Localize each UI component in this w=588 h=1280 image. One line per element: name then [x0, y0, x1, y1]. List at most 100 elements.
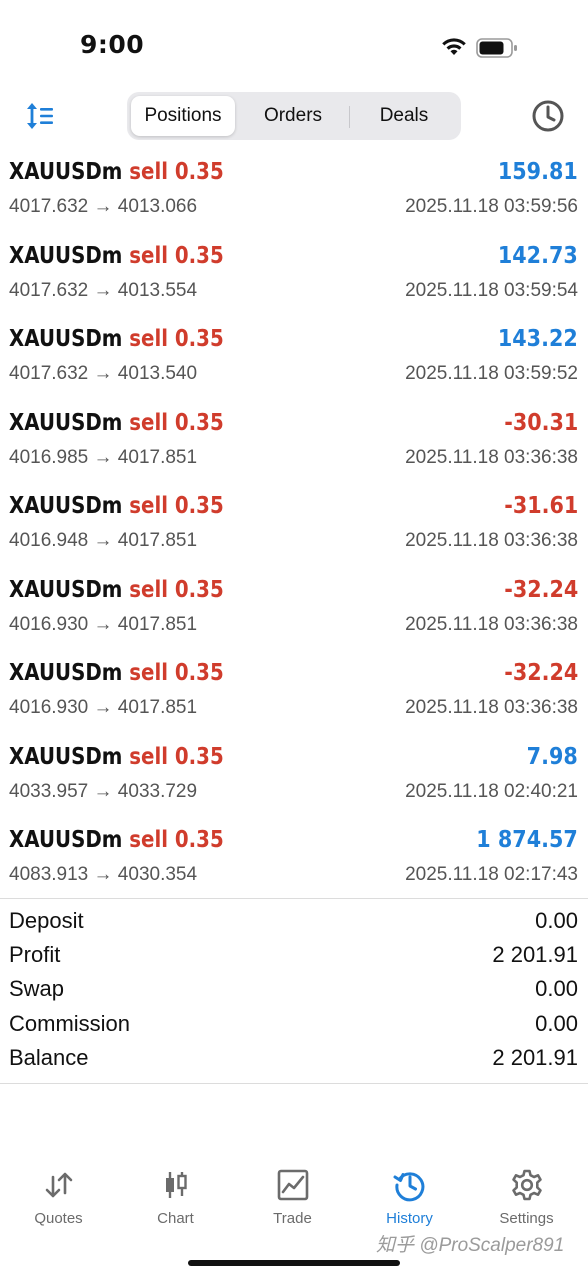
summary-row: Profit 2 201.91 [0, 940, 588, 974]
deal-row[interactable]: XAUUSDm sell 0.35 142.73 4017.632 → 4013.5… [0, 234, 588, 318]
status-bar: 9:00 [0, 0, 588, 90]
deal-side: sell [129, 409, 169, 436]
tab-trade-label: Trade [273, 1210, 312, 1227]
deal-volume: 0.35 [174, 743, 224, 770]
summary-row: Commission 0.00 [0, 1009, 588, 1043]
summary-label: Profit [9, 942, 61, 968]
deal-symbol: XAUUSDm [9, 743, 123, 770]
deal-prices: 4017.632 → 4013.066 [9, 196, 198, 217]
summary-label: Swap [9, 976, 65, 1002]
summary: Deposit 0.00 Profit 2 201.91 Swap 0.00 Commiss… [0, 906, 588, 1077]
deal-symbol: XAUUSDm [9, 326, 123, 352]
tab-chart-label: Chart [157, 1210, 194, 1227]
deal-profit: 142.73 [498, 242, 578, 269]
deal-side: sell [129, 326, 169, 352]
gear-icon [512, 1169, 542, 1201]
deal-row[interactable]: XAUUSDm sell 0.35 -30.31 4016.985 → 4017.8… [0, 401, 588, 485]
deal-profit: 7.98 [526, 743, 578, 770]
bottom-tab-bar: Quotes Chart Trade History Settings [0, 1160, 588, 1240]
summary-value: 2 201.91 [492, 942, 578, 968]
deal-title: XAUUSDm sell 0.35 [9, 577, 224, 603]
deal-volume: 0.35 [174, 326, 224, 352]
deal-prices: 4017.632 → 4013.554 [9, 279, 198, 301]
deal-symbol: XAUUSDm [9, 827, 123, 853]
deal-row[interactable]: XAUUSDm sell 0.35 1 874.57 4083.913 → 4030… [0, 818, 588, 902]
deal-side: sell [129, 159, 169, 185]
history-clock-icon [393, 1172, 425, 1202]
tab-history-label: History [386, 1210, 433, 1227]
sort-icon[interactable] [22, 98, 58, 134]
deal-row[interactable]: XAUUSDm sell 0.35 143.22 4017.632 → 4013.5… [0, 317, 588, 401]
watermark-text: 知乎 @ProScalper891 [376, 1235, 565, 1256]
deal-volume: 0.35 [174, 242, 224, 269]
tab-chart[interactable]: Chart [117, 1160, 234, 1240]
deal-volume: 0.35 [174, 409, 224, 436]
deal-row[interactable]: XAUUSDm sell 0.35 -32.24 4016.930 → 4017.8… [0, 651, 588, 735]
deal-side: sell [129, 660, 169, 686]
tab-quotes[interactable]: Quotes [0, 1160, 117, 1240]
summary-row: Swap 0.00 [0, 974, 588, 1008]
tab-trade[interactable]: Trade [234, 1160, 351, 1240]
segment-divider [349, 106, 350, 128]
deal-prices: 4016.930 → 4017.851 [9, 697, 198, 718]
tab-quotes-label: Quotes [34, 1210, 83, 1227]
summary-value: 2 201.91 [492, 1044, 578, 1070]
deal-prices: 4033.957 → 4033.729 [9, 780, 198, 802]
deal-time: 2025.11.18 03:36:38 [405, 697, 578, 718]
deal-profit: -32.24 [503, 660, 578, 686]
deal-side: sell [129, 242, 169, 269]
deal-side: sell [129, 576, 169, 603]
deal-prices: 4083.913 → 4030.354 [9, 864, 198, 885]
home-indicator[interactable] [188, 1260, 400, 1266]
deal-title: XAUUSDm sell 0.35 [9, 744, 224, 770]
status-time: 9:00 [80, 30, 145, 59]
deal-row[interactable]: XAUUSDm sell 0.35 -32.24 4016.930 → 4017.8… [0, 568, 588, 652]
summary-value: 0.00 [535, 908, 578, 933]
deal-volume: 0.35 [174, 576, 224, 603]
deal-time: 2025.11.18 03:59:52 [405, 363, 578, 384]
summary-value: 0.00 [535, 976, 578, 1002]
deal-prices: 4016.930 → 4017.851 [9, 613, 198, 635]
deal-symbol: XAUUSDm [9, 159, 123, 185]
summary-label: Deposit [9, 908, 84, 933]
deal-volume: 0.35 [174, 493, 224, 519]
deal-row[interactable]: XAUUSDm sell 0.35 7.98 4033.957 → 4033.729… [0, 735, 588, 819]
toolbar: Positions Orders Deals [0, 88, 588, 144]
summary-bottom-divider [0, 1083, 588, 1084]
deal-symbol: XAUUSDm [9, 409, 123, 436]
deal-time: 2025.11.18 03:59:54 [405, 279, 578, 301]
deal-title: XAUUSDm sell 0.35 [9, 410, 224, 436]
deal-row[interactable]: XAUUSDm sell 0.35 -31.61 4016.948 → 4017.8… [0, 484, 588, 568]
tab-orders[interactable]: Orders [239, 96, 347, 136]
deal-volume: 0.35 [174, 159, 224, 185]
quotes-arrows-icon [45, 1172, 73, 1198]
summary-row: Deposit 0.00 [0, 906, 588, 940]
tab-positions[interactable]: Positions [131, 96, 235, 136]
deal-title: XAUUSDm sell 0.35 [9, 660, 224, 686]
trade-chart-icon [277, 1169, 309, 1201]
deal-time: 2025.11.18 03:36:38 [405, 446, 578, 468]
tab-settings-label: Settings [499, 1210, 554, 1227]
deal-row[interactable]: XAUUSDm sell 0.35 159.81 4017.632 → 4013.0… [0, 150, 588, 234]
deal-time: 2025.11.18 03:59:56 [405, 196, 578, 217]
deal-profit: 1 874.57 [476, 827, 578, 853]
battery-icon [476, 38, 517, 58]
deal-symbol: XAUUSDm [9, 660, 123, 686]
list-summary-divider [0, 898, 588, 899]
summary-label: Commission [9, 1010, 131, 1036]
deal-title: XAUUSDm sell 0.35 [9, 243, 224, 269]
tab-settings[interactable]: Settings [468, 1160, 585, 1240]
summary-value: 0.00 [535, 1010, 578, 1036]
tab-deals[interactable]: Deals [351, 96, 457, 136]
history-period-clock-icon[interactable] [530, 98, 566, 134]
summary-label: Balance [9, 1044, 89, 1070]
segmented-control: Positions Orders Deals [127, 92, 461, 140]
candlestick-icon [166, 1172, 187, 1198]
deal-title: XAUUSDm sell 0.35 [9, 159, 224, 185]
deal-side: sell [129, 493, 169, 519]
deal-time: 2025.11.18 02:40:21 [405, 780, 578, 802]
tab-history[interactable]: History [351, 1160, 468, 1240]
deal-profit: -31.61 [503, 493, 578, 519]
deals-list: XAUUSDm sell 0.35 159.81 4017.632 → 4013.0… [0, 150, 588, 902]
deal-symbol: XAUUSDm [9, 576, 123, 603]
